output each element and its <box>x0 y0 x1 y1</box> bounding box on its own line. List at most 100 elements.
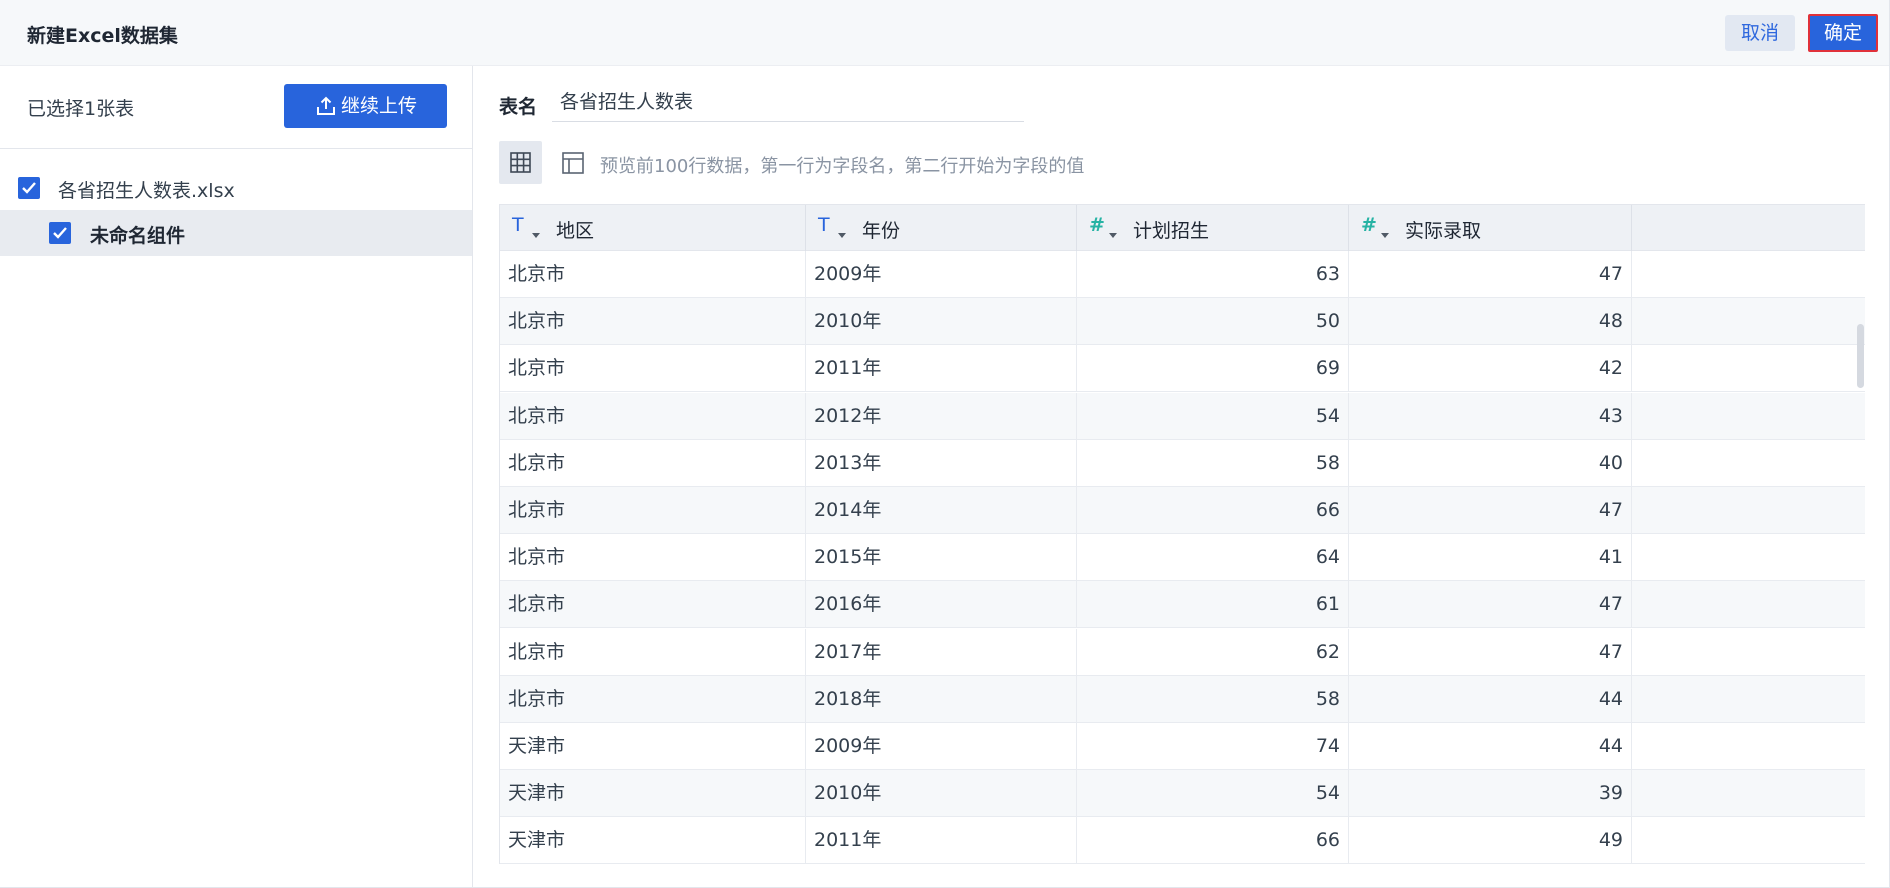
table-cell: 66 <box>1077 817 1349 864</box>
column-header[interactable]: # 计划招生 <box>1077 205 1349 251</box>
caret-down-icon[interactable] <box>1381 233 1389 238</box>
preview-table: T 地区 T 年份 # 计划招生 # 实际录取 北京市 2009年 63 47 北京市 2010年 50 4… <box>499 204 1865 864</box>
table-cell: 40 <box>1349 439 1632 487</box>
table-cell: 58 <box>1077 439 1349 487</box>
table-cell: 44 <box>1349 675 1632 723</box>
column-header-label: 计划招生 <box>1133 220 1210 242</box>
tree-item-component[interactable]: 未命名组件 <box>0 210 472 256</box>
table-cell: 北京市 <box>500 675 806 723</box>
dialog-header: 新建Excel数据集 取消 确定 <box>0 0 1889 66</box>
table-cell: 49 <box>1349 817 1632 864</box>
upload-icon <box>317 96 335 115</box>
table-cell: 39 <box>1349 770 1632 818</box>
table-cell: 天津市 <box>500 770 806 818</box>
table-cell: 2017年 <box>806 628 1077 676</box>
text-type-icon[interactable]: T <box>512 214 524 236</box>
table-cell: 2016年 <box>806 581 1077 629</box>
table-cell: 天津市 <box>500 817 806 864</box>
table-cell: 北京市 <box>500 581 806 629</box>
table-cell: 58 <box>1077 675 1349 723</box>
table-cell: 61 <box>1077 581 1349 629</box>
layout-view-icon[interactable] <box>561 151 585 175</box>
table-row: 北京市 2018年 58 44 <box>500 675 1865 723</box>
file-checkbox[interactable] <box>18 177 40 199</box>
column-header[interactable]: T 年份 <box>806 205 1077 251</box>
scrollbar-thumb[interactable] <box>1857 324 1864 388</box>
table-cell: 2011年 <box>806 817 1077 864</box>
column-header[interactable]: # 实际录取 <box>1349 205 1632 251</box>
table-cell: 2013年 <box>806 439 1077 487</box>
number-type-icon[interactable]: # <box>1089 214 1105 236</box>
table-cell: 64 <box>1077 534 1349 582</box>
table-row: 北京市 2011年 69 42 <box>500 345 1865 393</box>
table-cell: 47 <box>1349 251 1632 298</box>
file-name-label: 各省招生人数表.xlsx <box>58 180 235 202</box>
component-name-label: 未命名组件 <box>90 225 186 247</box>
caret-down-icon[interactable] <box>838 233 846 238</box>
right-panel: 表名 预览前100行数据，第一行为字段名，第二行开始为字段的值 T 地区 T 年份 # 计… <box>474 66 1889 887</box>
table-row: 北京市 2013年 58 40 <box>500 439 1865 487</box>
tree-item-file[interactable]: 各省招生人数表.xlsx <box>0 166 472 210</box>
table-cell: 北京市 <box>500 251 806 298</box>
table-row: 北京市 2009年 63 47 <box>500 251 1865 298</box>
table-row: 北京市 2016年 61 47 <box>500 581 1865 629</box>
vertical-scrollbar[interactable] <box>1857 256 1864 862</box>
table-cell: 北京市 <box>500 487 806 534</box>
table-cell: 北京市 <box>500 298 806 346</box>
table-cell: 北京市 <box>500 392 806 440</box>
table-row: 天津市 2010年 54 39 <box>500 770 1865 818</box>
table-cell: 2010年 <box>806 770 1077 818</box>
table-cell: 44 <box>1349 723 1632 770</box>
table-cell: 北京市 <box>500 628 806 676</box>
table-cell: 天津市 <box>500 723 806 770</box>
table-cell: 2014年 <box>806 487 1077 534</box>
table-cell: 50 <box>1077 298 1349 346</box>
column-header-label: 实际录取 <box>1405 220 1482 242</box>
left-panel: 已选择1张表 继续上传 各省招生人数表.xlsx 未命名组件 <box>0 66 473 887</box>
table-name-input[interactable] <box>552 80 1024 122</box>
table-cell: 2010年 <box>806 298 1077 346</box>
table-cell: 2015年 <box>806 534 1077 582</box>
table-cell: 69 <box>1077 345 1349 393</box>
column-header-label: 年份 <box>862 220 901 242</box>
table-row: 天津市 2009年 74 44 <box>500 723 1865 770</box>
component-checkbox[interactable] <box>49 222 71 244</box>
cancel-button[interactable]: 取消 <box>1725 15 1795 51</box>
table-row: 天津市 2011年 66 49 <box>500 817 1865 864</box>
table-cell: 47 <box>1349 628 1632 676</box>
continue-upload-button[interactable]: 继续上传 <box>284 84 447 128</box>
table-cell: 43 <box>1349 392 1632 440</box>
table-grid-icon <box>510 152 531 173</box>
number-type-icon[interactable]: # <box>1361 214 1377 236</box>
table-cell: 42 <box>1349 345 1632 393</box>
table-cell: 47 <box>1349 581 1632 629</box>
table-cell: 62 <box>1077 628 1349 676</box>
dialog-title: 新建Excel数据集 <box>27 25 178 47</box>
selected-count-text: 已选择1张表 <box>27 98 135 120</box>
table-row: 北京市 2014年 66 47 <box>500 487 1865 534</box>
table-name-label: 表名 <box>499 96 538 118</box>
table-cell: 74 <box>1077 723 1349 770</box>
confirm-button[interactable]: 确定 <box>1808 14 1878 52</box>
divider <box>0 148 473 149</box>
table-cell: 北京市 <box>500 345 806 393</box>
table-cell: 41 <box>1349 534 1632 582</box>
table-row: 北京市 2010年 50 48 <box>500 298 1865 346</box>
caret-down-icon[interactable] <box>1109 233 1117 238</box>
table-cell: 2018年 <box>806 675 1077 723</box>
table-cell: 63 <box>1077 251 1349 298</box>
table-cell: 2009年 <box>806 723 1077 770</box>
check-icon <box>22 182 36 194</box>
column-header[interactable]: T 地区 <box>500 205 806 251</box>
text-type-icon[interactable]: T <box>818 214 830 236</box>
table-row: 北京市 2015年 64 41 <box>500 534 1865 582</box>
table-cell: 54 <box>1077 770 1349 818</box>
continue-upload-label: 继续上传 <box>341 95 418 117</box>
table-cell: 2009年 <box>806 251 1077 298</box>
caret-down-icon[interactable] <box>532 233 540 238</box>
table-cell: 48 <box>1349 298 1632 346</box>
table-cell: 47 <box>1349 487 1632 534</box>
grid-view-button[interactable] <box>499 141 542 184</box>
column-header-label: 地区 <box>556 220 595 242</box>
table-cell: 2012年 <box>806 392 1077 440</box>
